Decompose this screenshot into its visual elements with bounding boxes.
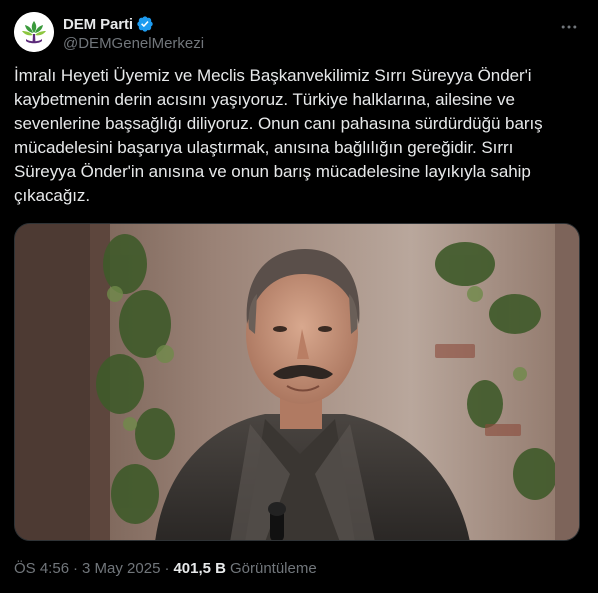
more-horizontal-icon[interactable] bbox=[558, 16, 580, 38]
tweet-meta: ÖS 4:56 · 3 May 2025 · 401,5 B Görüntüle… bbox=[14, 560, 317, 577]
tweet-photo[interactable] bbox=[14, 223, 580, 541]
display-name[interactable]: DEM Parti bbox=[63, 16, 133, 33]
tweet-date[interactable]: 3 May 2025 bbox=[82, 560, 160, 577]
avatar[interactable] bbox=[14, 12, 54, 52]
tweet-card: DEM Parti @DEMGenelMerkezi İmralı Heyeti… bbox=[0, 0, 598, 593]
dem-parti-logo-icon bbox=[14, 12, 54, 52]
meta-separator-2: · bbox=[164, 560, 170, 577]
account-names: DEM Parti @DEMGenelMerkezi bbox=[63, 14, 204, 53]
tweet-header: DEM Parti @DEMGenelMerkezi bbox=[14, 12, 584, 54]
tweet-time[interactable]: ÖS 4:56 bbox=[14, 560, 69, 577]
views-label: Görüntüleme bbox=[229, 560, 317, 577]
name-row: DEM Parti bbox=[63, 14, 204, 34]
handle[interactable]: @DEMGenelMerkezi bbox=[63, 35, 204, 52]
tweet-text: İmralı Heyeti Üyemiz ve Meclis Başkanvek… bbox=[14, 66, 543, 205]
views-count: 401,5 B bbox=[173, 560, 226, 577]
verified-badge-icon bbox=[136, 15, 154, 33]
meta-separator: · bbox=[73, 560, 79, 577]
